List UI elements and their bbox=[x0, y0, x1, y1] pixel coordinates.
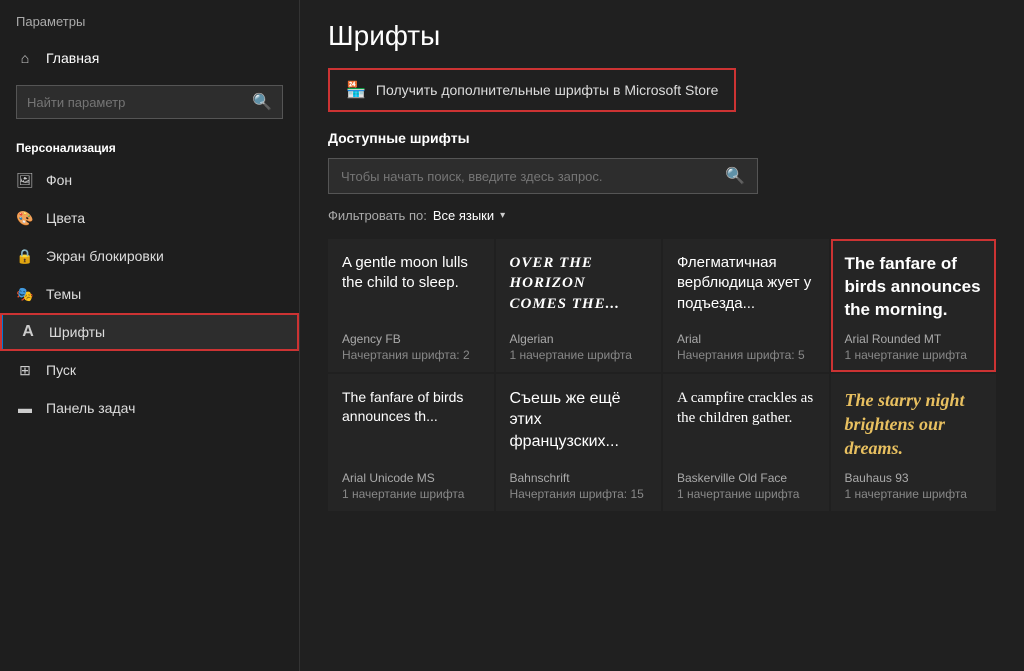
font-styles-arial: Начертания шрифта: 5 bbox=[677, 348, 815, 362]
font-card-bauhaus[interactable]: The starry night brightens our dreams. B… bbox=[831, 374, 997, 511]
font-preview-arial-rounded: The fanfare of birds announces the morni… bbox=[845, 253, 983, 322]
colors-icon: 🎨 bbox=[16, 209, 34, 227]
sidebar-home[interactable]: ⌂ Главная bbox=[0, 39, 299, 77]
sidebar-section-label: Персонализация bbox=[0, 127, 299, 161]
font-card-algerian[interactable]: OVER THE HORIZON COMES THE... Algerian 1… bbox=[496, 239, 662, 372]
font-styles-bahnschrift: Начертания шрифта: 15 bbox=[510, 487, 648, 501]
font-card-arial-rounded[interactable]: The fanfare of birds announces the morni… bbox=[831, 239, 997, 372]
fonts-icon: A bbox=[19, 323, 37, 341]
font-preview-arial: Флегматичная верблюдица жует у подъезда.… bbox=[677, 253, 815, 322]
font-name-algerian: Algerian bbox=[510, 332, 648, 346]
sidebar-item-start[interactable]: ⊞ Пуск bbox=[0, 351, 299, 389]
start-icon: ⊞ bbox=[16, 361, 34, 379]
font-grid: A gentle moon lulls the child to sleep. … bbox=[328, 239, 996, 511]
sidebar-item-colors[interactable]: 🎨 Цвета bbox=[0, 199, 299, 237]
sidebar-home-label: Главная bbox=[46, 50, 99, 66]
main-content: Шрифты 🏪 Получить дополнительные шрифты … bbox=[300, 0, 1024, 671]
sidebar-item-themes[interactable]: 🎭 Темы bbox=[0, 275, 299, 313]
sidebar-item-themes-label: Темы bbox=[46, 286, 81, 302]
filter-row: Фильтровать по: Все языки ▾ bbox=[328, 208, 996, 223]
font-styles-arial-unicode: 1 начертание шрифта bbox=[342, 487, 480, 501]
font-name-arial-rounded: Arial Rounded MT bbox=[845, 332, 983, 346]
font-card-agency-fb[interactable]: A gentle moon lulls the child to sleep. … bbox=[328, 239, 494, 372]
available-fonts-label: Доступные шрифты bbox=[328, 130, 996, 146]
filter-value[interactable]: Все языки bbox=[433, 208, 494, 223]
sidebar-search-input[interactable] bbox=[27, 95, 244, 110]
font-styles-bauhaus: 1 начертание шрифта bbox=[845, 487, 983, 501]
store-icon: 🏪 bbox=[346, 80, 366, 100]
lockscreen-icon: 🔒 bbox=[16, 247, 34, 265]
sidebar-item-start-label: Пуск bbox=[46, 362, 76, 378]
taskbar-icon: ▬ bbox=[16, 399, 34, 417]
ms-store-button[interactable]: 🏪 Получить дополнительные шрифты в Micro… bbox=[328, 68, 736, 112]
fonts-search-bar: 🔍 bbox=[328, 158, 758, 194]
fonts-search-icon: 🔍 bbox=[725, 166, 745, 186]
font-styles-baskerville: 1 начертание шрифта bbox=[677, 487, 815, 501]
font-preview-bauhaus: The starry night brightens our dreams. bbox=[845, 388, 983, 461]
font-styles-agency-fb: Начертания шрифта: 2 bbox=[342, 348, 480, 362]
sidebar-item-lockscreen-label: Экран блокировки bbox=[46, 248, 164, 264]
font-name-bahnschrift: Bahnschrift bbox=[510, 471, 648, 485]
sidebar-search-container: 🔍 bbox=[16, 85, 283, 119]
app-title: Параметры bbox=[0, 0, 299, 39]
sidebar-search-icon: 🔍 bbox=[252, 92, 272, 112]
filter-label: Фильтровать по: bbox=[328, 208, 427, 223]
font-styles-algerian: 1 начертание шрифта bbox=[510, 348, 648, 362]
sidebar-item-colors-label: Цвета bbox=[46, 210, 85, 226]
background-icon: 🖼 bbox=[16, 171, 34, 189]
font-preview-agency-fb: A gentle moon lulls the child to sleep. bbox=[342, 253, 480, 322]
font-card-baskerville[interactable]: A campfire crackles as the children gath… bbox=[663, 374, 829, 511]
font-preview-algerian: OVER THE HORIZON COMES THE... bbox=[510, 253, 648, 322]
home-icon: ⌂ bbox=[16, 49, 34, 67]
font-card-arial-unicode[interactable]: The fanfare of birds announces th... Ari… bbox=[328, 374, 494, 511]
font-preview-bahnschrift: Съешь же ещё этих французских... bbox=[510, 388, 648, 461]
chevron-down-icon: ▾ bbox=[500, 210, 505, 221]
sidebar-item-bg-label: Фон bbox=[46, 172, 72, 188]
font-preview-baskerville: A campfire crackles as the children gath… bbox=[677, 388, 815, 461]
font-styles-arial-rounded: 1 начертание шрифта bbox=[845, 348, 983, 362]
font-name-arial: Arial bbox=[677, 332, 815, 346]
font-name-bauhaus: Bauhaus 93 bbox=[845, 471, 983, 485]
sidebar-item-fonts[interactable]: A Шрифты bbox=[0, 313, 299, 351]
sidebar: Параметры ⌂ Главная 🔍 Персонализация 🖼 Ф… bbox=[0, 0, 300, 671]
font-name-arial-unicode: Arial Unicode MS bbox=[342, 471, 480, 485]
sidebar-item-taskbar[interactable]: ▬ Панель задач bbox=[0, 389, 299, 427]
font-name-agency-fb: Agency FB bbox=[342, 332, 480, 346]
sidebar-item-taskbar-label: Панель задач bbox=[46, 400, 135, 416]
page-title: Шрифты bbox=[328, 20, 996, 52]
font-preview-arial-unicode: The fanfare of birds announces th... bbox=[342, 388, 480, 461]
fonts-search-input[interactable] bbox=[341, 169, 717, 184]
font-name-baskerville: Baskerville Old Face bbox=[677, 471, 815, 485]
font-card-arial[interactable]: Флегматичная верблюдица жует у подъезда.… bbox=[663, 239, 829, 372]
themes-icon: 🎭 bbox=[16, 285, 34, 303]
sidebar-item-lockscreen[interactable]: 🔒 Экран блокировки bbox=[0, 237, 299, 275]
ms-store-label: Получить дополнительные шрифты в Microso… bbox=[376, 82, 719, 98]
font-card-bahnschrift[interactable]: Съешь же ещё этих французских... Bahnsch… bbox=[496, 374, 662, 511]
sidebar-item-fonts-label: Шрифты bbox=[49, 324, 105, 340]
sidebar-item-background[interactable]: 🖼 Фон bbox=[0, 161, 299, 199]
